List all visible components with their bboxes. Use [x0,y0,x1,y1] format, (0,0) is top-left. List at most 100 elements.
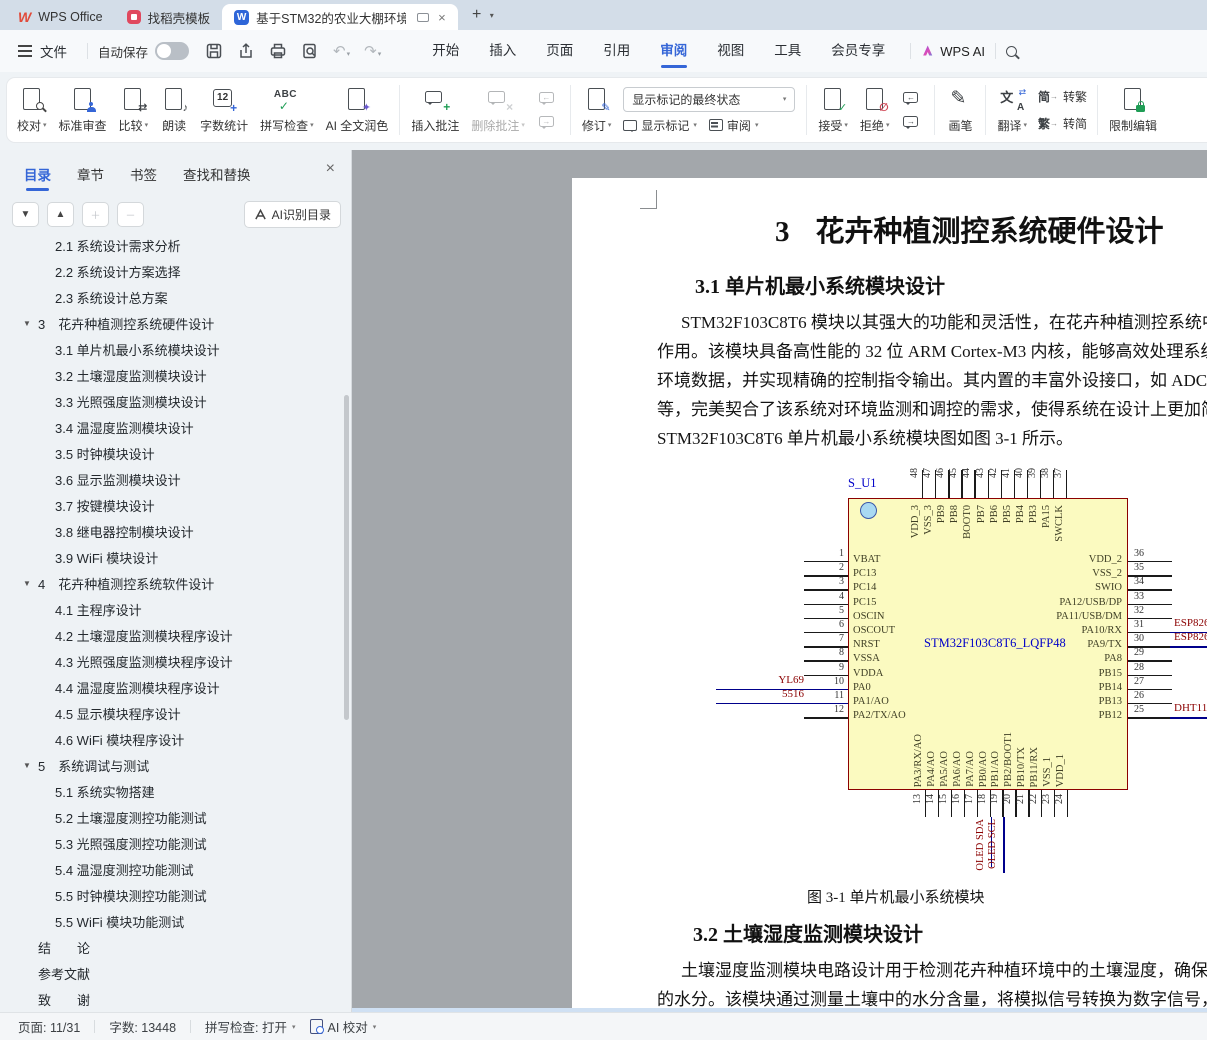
toc-item[interactable]: 3.9 WiFi 模块设计 [0,544,344,570]
undo-icon[interactable]: ↶▾ [333,42,350,60]
标准审查-button[interactable]: 标准审查 [53,81,113,139]
拼写检查-button[interactable]: ABC✓拼写检查▾ [254,81,320,139]
toc-item[interactable]: 3.8 继电器控制模块设计 [0,518,344,544]
AI 全文润色-button[interactable]: ✦AI 全文润色 [320,81,395,139]
toc-item[interactable]: 5.3 光照强度测控功能测试 [0,830,344,856]
page-indicator[interactable]: 页面: 11/31 [18,1017,80,1036]
search-icon[interactable] [1006,46,1017,57]
toc-item[interactable]: 4.2 土壤湿度监测模块程序设计 [0,622,344,648]
限制编辑-button[interactable]: 限制编辑 [1103,81,1163,139]
export-icon[interactable] [237,42,255,60]
转繁-button[interactable]: 简转繁 [1038,85,1087,108]
翻译-button[interactable]: 文A⇄翻译▾ [991,81,1033,139]
toc-item[interactable]: 4.5 显示模块程序设计 [0,700,344,726]
collapse-arrow-icon[interactable]: ▼ [23,579,31,588]
menu-tab-引用[interactable]: 引用 [588,30,645,72]
toc-item[interactable]: 2.2 系统设计方案选择 [0,258,344,284]
toc-item[interactable]: 3.4 温湿度监测模块设计 [0,414,344,440]
redo-icon[interactable]: ↷▾ [364,42,381,60]
审阅-button[interactable]: 审阅▾ [709,117,759,134]
toc-item[interactable]: 5.1 系统实物搭建 [0,778,344,804]
toc-item[interactable]: ▼4 花卉种植测控系统软件设计 [0,570,344,596]
zoom-out-button[interactable]: － [117,202,144,227]
toc-item[interactable]: 3.5 时钟模块设计 [0,440,344,466]
print-icon[interactable] [269,42,287,60]
wps-ai-button[interactable]: WPS AI [921,44,985,59]
zoom-in-button[interactable]: ＋ [82,202,109,227]
save-icon[interactable] [205,42,223,60]
toc-item[interactable]: ▼3 花卉种植测控系统硬件设计 [0,310,344,336]
previous-item-button[interactable]: ← [536,90,560,107]
hamburger-menu-icon[interactable] [18,50,32,52]
toc-item[interactable]: 参考文献 [0,960,344,986]
collapse-arrow-icon[interactable]: ▼ [23,761,31,770]
menu-tab-工具[interactable]: 工具 [759,30,816,72]
sidebar-tab-目录[interactable]: 目录 [24,164,51,184]
menu-tab-页面[interactable]: 页面 [531,30,588,72]
toc-item[interactable]: 4.1 主程序设计 [0,596,344,622]
toc-item[interactable]: 结 论 [0,934,344,960]
menu-tab-插入[interactable]: 插入 [474,30,531,72]
new-tab-button[interactable]: + [466,4,488,26]
sidebar-tab-查找和替换[interactable]: 查找和替换 [183,164,251,184]
删除批注-button[interactable]: ×删除批注▾ [465,81,531,139]
print-preview-icon[interactable] [301,42,319,60]
previous-item-button[interactable]: ← [900,90,924,107]
toc-item[interactable]: 5.2 土壤湿度测控功能测试 [0,804,344,830]
tab-wps-office[interactable]: W WPS Office [6,4,115,30]
sidebar-tab-书签[interactable]: 书签 [130,164,157,184]
toc-item[interactable]: 3.1 单片机最小系统模块设计 [0,336,344,362]
menu-tab-审阅[interactable]: 审阅 [645,30,702,72]
sidebar-tab-章节[interactable]: 章节 [77,164,104,184]
toc-item[interactable]: 3.7 按键模块设计 [0,492,344,518]
toc-item[interactable]: 2.3 系统设计总方案 [0,284,344,310]
file-menu[interactable]: 文件 [40,41,67,61]
menu-tab-视图[interactable]: 视图 [702,30,759,72]
toc-item[interactable]: ▼5 系统调试与测试 [0,752,344,778]
比较-button[interactable]: ⇄比较▾ [113,81,155,139]
spellcheck-status[interactable]: 拼写检查: 打开 ▾ [205,1017,295,1036]
collapse-all-button[interactable]: ▼ [12,202,39,227]
显示标记-button[interactable]: 显示标记▾ [623,117,697,134]
menu-tab-开始[interactable]: 开始 [417,30,474,72]
ai-recognize-toc-button[interactable]: AI识别目录 [244,201,341,228]
separate-window-icon[interactable] [417,13,429,22]
toc-item[interactable]: 4.6 WiFi 模块程序设计 [0,726,344,752]
sidebar-scrollbar[interactable] [344,395,349,720]
toc-item[interactable]: 4.4 温湿度监测模块程序设计 [0,674,344,700]
拒绝-button[interactable]: ∅拒绝▾ [854,81,896,139]
tab-docer[interactable]: 找稻壳模板 [115,4,223,30]
toc-item[interactable]: 4.3 光照强度监测模块程序设计 [0,648,344,674]
word-count-indicator[interactable]: 字数: 13448 [109,1017,176,1036]
close-tab-icon[interactable]: × [438,10,446,25]
tab-document[interactable]: W 基于STM32的农业大棚环境监 × [222,4,458,30]
toc-item[interactable]: 致 谢 [0,986,344,1010]
toc-item[interactable]: 3.6 显示监测模块设计 [0,466,344,492]
pin-number: 16 [951,794,963,804]
expand-all-button[interactable]: ▲ [47,202,74,227]
autosave-toggle[interactable] [155,42,189,60]
menu-tab-会员专享[interactable]: 会员专享 [816,30,900,72]
ai-proofread-button[interactable]: AI 校对 ▾ [310,1017,377,1036]
toc-item[interactable]: 5.4 温湿度测控功能测试 [0,856,344,882]
画笔-button[interactable]: ✎画笔 [940,81,980,139]
toc-item[interactable]: 2.1 系统设计需求分析 [0,238,344,258]
toc-item[interactable]: 3.3 光照强度监测模块设计 [0,388,344,414]
朗读-button[interactable]: ♪朗读 [154,81,194,139]
markup-state-dropdown[interactable]: 显示标记的最终状态▾ [623,87,795,112]
校对-button[interactable]: 校对▾ [11,81,53,139]
collapse-arrow-icon[interactable]: ▼ [23,319,31,328]
插入批注-button[interactable]: +插入批注 [405,81,465,139]
转简-button[interactable]: 繁转简 [1038,112,1087,135]
toc-item[interactable]: 5.5 时钟模块测控功能测试 [0,882,344,908]
修订-button[interactable]: ✎修订▾ [576,81,618,139]
next-item-button[interactable]: → [900,114,924,131]
字数统计-button[interactable]: 12+字数统计 [194,81,254,139]
toc-item[interactable]: 3.2 土壤湿度监测模块设计 [0,362,344,388]
接受-button[interactable]: ✓接受▾ [812,81,854,139]
new-tab-caret-icon[interactable]: ▾ [490,11,494,20]
toc-item[interactable]: 5.5 WiFi 模块功能测试 [0,908,344,934]
document-area[interactable]: 3花卉种植测控系统硬件设计 3.1 单片机最小系统模块设计 STM32F103C… [352,150,1207,1012]
close-panel-icon[interactable]: × [326,160,335,178]
next-item-button[interactable]: → [536,114,560,131]
